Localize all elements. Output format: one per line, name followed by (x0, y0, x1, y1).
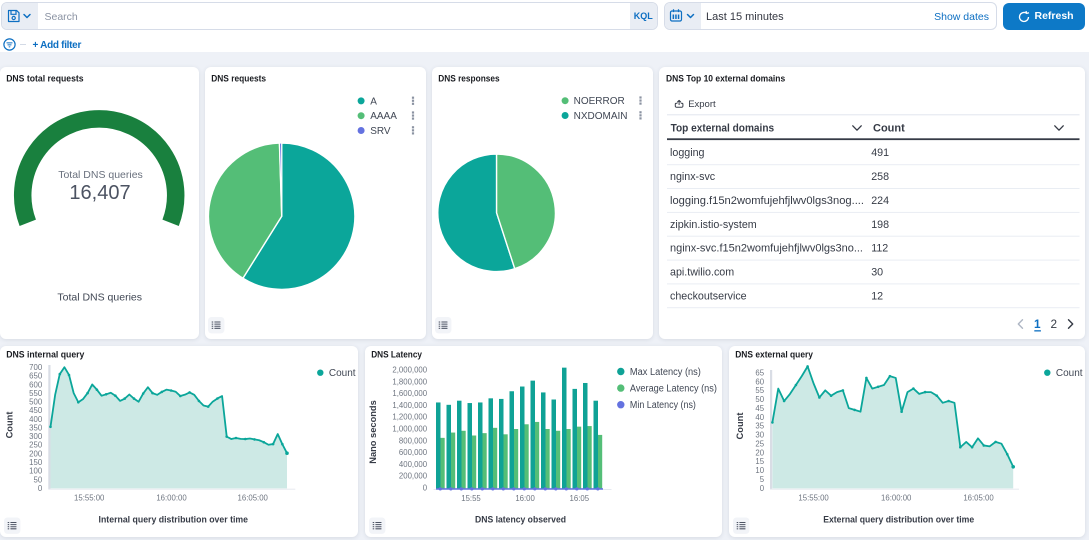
svg-text:16:00:00: 16:00:00 (156, 493, 187, 502)
svg-text:15:55:00: 15:55:00 (798, 493, 829, 502)
svg-text:DNS Latency: DNS Latency (371, 349, 423, 359)
svg-text:Total DNS queries: Total DNS queries (58, 169, 143, 181)
svg-text:nginx-svc: nginx-svc (670, 171, 716, 183)
svg-text:Average Latency (ns): Average Latency (ns) (629, 383, 716, 394)
svg-text:20: 20 (755, 448, 764, 457)
svg-text:15:55:00: 15:55:00 (74, 493, 105, 502)
svg-text:258: 258 (871, 171, 889, 183)
svg-text:Top external domains: Top external domains (671, 123, 775, 135)
svg-text:NOERROR: NOERROR (574, 96, 625, 107)
svg-text:0: 0 (760, 483, 765, 492)
svg-text:External query distribution ov: External query distribution over time (823, 514, 974, 524)
svg-text:16,407: 16,407 (69, 182, 130, 204)
svg-text:2: 2 (1051, 317, 1058, 331)
svg-text:5: 5 (760, 475, 765, 484)
svg-text:2,000,000: 2,000,000 (392, 365, 427, 374)
svg-text:DNS requests: DNS requests (211, 74, 266, 84)
svg-text:logging: logging (670, 147, 705, 159)
svg-text:DNS internal query: DNS internal query (6, 349, 85, 359)
svg-text:200,000: 200,000 (398, 471, 427, 480)
svg-text:api.twilio.com: api.twilio.com (670, 267, 734, 279)
svg-text:SRV: SRV (370, 126, 391, 137)
svg-text:600,000: 600,000 (398, 448, 427, 457)
svg-text:checkoutservice: checkoutservice (670, 290, 747, 302)
svg-text:Nano seconds: Nano seconds (368, 400, 378, 464)
svg-text:30: 30 (871, 267, 883, 279)
svg-text:55: 55 (755, 386, 764, 395)
svg-text:logging.f15n2womfujehfjlwv0lgs: logging.f15n2womfujehfjlwv0lgs3nog.... (670, 195, 864, 207)
svg-text:35: 35 (755, 421, 764, 430)
svg-text:Min Latency (ns): Min Latency (ns) (629, 400, 695, 411)
svg-text:500: 500 (29, 397, 43, 406)
svg-text:nginx-svc.f15n2womfujehfjlwv0l: nginx-svc.f15n2womfujehfjlwv0lgs3no... (670, 243, 863, 255)
svg-text:DNS external query: DNS external query (735, 349, 814, 359)
svg-text:1,000,000: 1,000,000 (392, 424, 427, 433)
svg-text:Internal query distribution ov: Internal query distribution over time (99, 514, 249, 524)
svg-text:65: 65 (755, 368, 764, 377)
svg-text:350: 350 (29, 423, 43, 432)
svg-text:1,600,000: 1,600,000 (392, 389, 427, 398)
svg-text:60: 60 (755, 377, 764, 386)
svg-text:15: 15 (755, 457, 764, 466)
svg-text:400,000: 400,000 (398, 459, 427, 468)
svg-text:112: 112 (871, 243, 888, 255)
svg-text:DNS responses: DNS responses (438, 74, 500, 84)
svg-text:zipkin.istio-system: zipkin.istio-system (670, 219, 757, 231)
svg-text:Count: Count (735, 412, 745, 439)
svg-text:Export: Export (688, 99, 716, 110)
svg-text:10: 10 (755, 466, 764, 475)
svg-text:DNS Top 10 external domains: DNS Top 10 external domains (666, 74, 785, 84)
svg-text:40: 40 (755, 412, 764, 421)
svg-text:30: 30 (755, 430, 764, 439)
svg-text:Max Latency (ns): Max Latency (ns) (629, 366, 700, 377)
svg-text:50: 50 (755, 395, 764, 404)
svg-text:Total DNS queries: Total DNS queries (57, 292, 142, 304)
svg-text:NXDOMAIN: NXDOMAIN (574, 111, 628, 122)
svg-text:1,800,000: 1,800,000 (392, 377, 427, 386)
svg-text:Count: Count (1056, 368, 1083, 379)
svg-text:0: 0 (38, 483, 43, 492)
svg-text:100: 100 (29, 466, 43, 475)
svg-text:DNS latency observed: DNS latency observed (475, 514, 566, 524)
svg-text:16:05:00: 16:05:00 (963, 493, 994, 502)
svg-text:250: 250 (29, 440, 43, 449)
svg-text:800,000: 800,000 (398, 436, 427, 445)
svg-text:16:00: 16:00 (515, 494, 535, 503)
svg-text:198: 198 (871, 219, 889, 231)
svg-text:15:55: 15:55 (461, 494, 481, 503)
svg-text:16:05:00: 16:05:00 (238, 493, 269, 502)
svg-text:650: 650 (29, 371, 43, 380)
svg-text:16:00:00: 16:00:00 (881, 493, 912, 502)
svg-text:12: 12 (871, 290, 883, 302)
svg-text:0: 0 (422, 483, 427, 492)
svg-text:Count: Count (329, 368, 356, 379)
svg-text:A: A (370, 96, 377, 107)
svg-text:491: 491 (871, 147, 889, 159)
svg-text:DNS total requests: DNS total requests (6, 74, 83, 84)
svg-text:16:05: 16:05 (569, 494, 589, 503)
svg-text:1: 1 (1034, 317, 1041, 331)
svg-text:224: 224 (871, 195, 889, 207)
svg-text:Count: Count (5, 411, 15, 438)
svg-text:45: 45 (755, 403, 764, 412)
svg-text:1,200,000: 1,200,000 (392, 412, 427, 421)
svg-text:1,400,000: 1,400,000 (392, 400, 427, 409)
svg-text:25: 25 (755, 439, 764, 448)
svg-text:AAAA: AAAA (370, 111, 397, 122)
svg-text:Count: Count (873, 123, 905, 135)
